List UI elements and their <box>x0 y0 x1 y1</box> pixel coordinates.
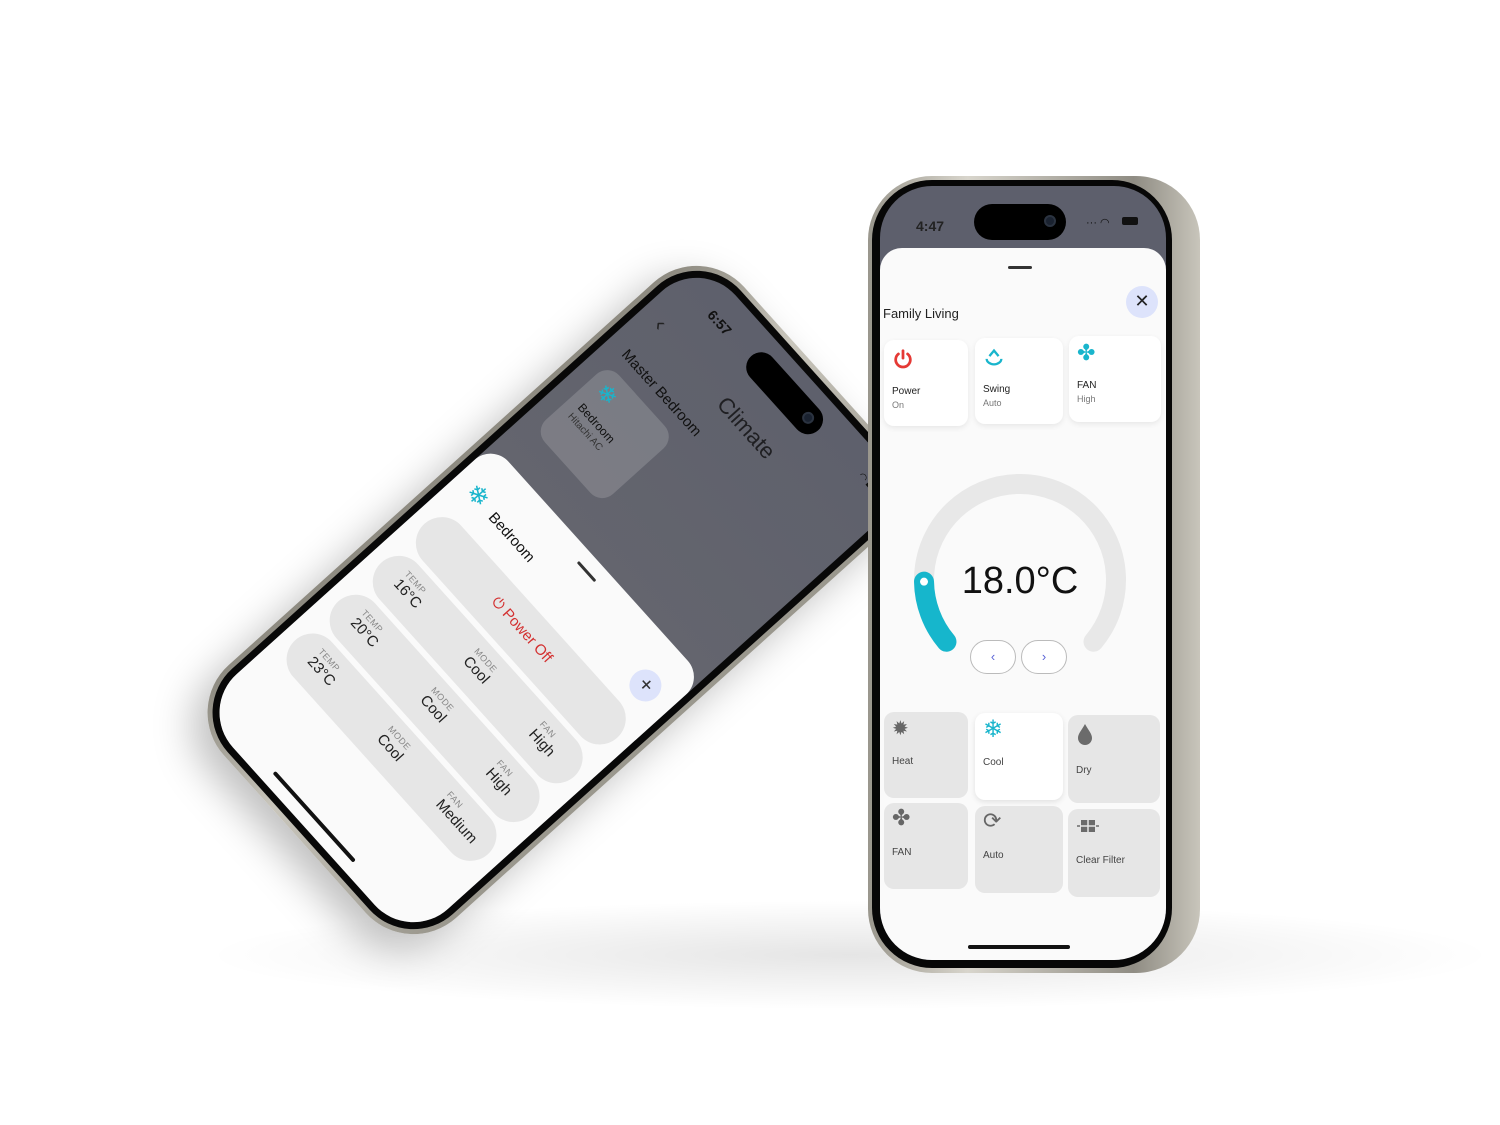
snowflake-icon: ❄ <box>459 477 497 514</box>
power-label: Power Off <box>498 605 556 667</box>
sync-icon: ⟳ <box>983 808 1002 833</box>
mode-label: FAN <box>892 847 912 858</box>
wifi-icon: ··· ◠ <box>1086 217 1110 229</box>
droplet-icon <box>1078 724 1092 745</box>
right-phone-screen: 4:47 ··· ◠ Family Living ✕ Power On Swin… <box>880 186 1166 960</box>
mode-label: Dry <box>1076 765 1092 776</box>
temperature-dial[interactable] <box>880 248 1166 748</box>
camera-icon <box>799 409 817 427</box>
sheet-title: Bedroom <box>484 509 539 566</box>
mode-label: Heat <box>892 756 914 767</box>
mode-dry[interactable]: Dry <box>1068 715 1160 803</box>
fan-icon: ✤ <box>892 805 911 830</box>
home-indicator[interactable] <box>968 945 1070 949</box>
filter-icon <box>1077 820 1099 832</box>
decrease-temp-button[interactable]: ‹ <box>970 640 1016 674</box>
camera-icon <box>1044 215 1056 227</box>
mode-clear-filter[interactable]: Clear Filter <box>1068 809 1160 897</box>
status-time: 4:47 <box>916 218 945 234</box>
mode-fan[interactable]: ✤ FAN <box>884 803 968 889</box>
left-phone: 6:57 ◠ ▬ ‹ Climate Master Bedroom ❄ Bedr… <box>181 239 929 961</box>
increase-temp-button[interactable]: › <box>1021 640 1067 674</box>
dynamic-island <box>974 204 1066 240</box>
bottom-sheet: ❄ Bedroom + ⏻ Power Off TEMP 16°C MODE Coo… <box>198 443 704 944</box>
sheet-handle[interactable] <box>576 560 597 583</box>
mode-heat[interactable]: ✹ Heat <box>884 712 968 798</box>
snowflake-icon: ❄ <box>983 716 1004 743</box>
left-phone-screen: 6:57 ◠ ▬ ‹ Climate Master Bedroom ❄ Bedr… <box>198 256 912 944</box>
snowflake-icon: ❄ <box>589 378 624 412</box>
temperature-value: 18.0°C <box>961 560 1079 602</box>
mode-cool[interactable]: ❄ Cool <box>975 713 1063 800</box>
mode-label: Auto <box>983 850 1004 861</box>
bottom-sheet: Family Living ✕ Power On Swing Auto ✤ FA… <box>880 248 1166 960</box>
mode-label: Clear Filter <box>1076 855 1125 866</box>
mode-auto[interactable]: ⟳ Auto <box>975 806 1063 893</box>
mode-label: Cool <box>983 757 1004 768</box>
add-button[interactable]: + <box>622 662 669 709</box>
battery-icon <box>1122 217 1138 225</box>
right-phone: 4:47 ··· ◠ Family Living ✕ Power On Swin… <box>872 180 1172 968</box>
status-time: 6:57 <box>704 306 735 339</box>
sun-icon: ✹ <box>892 718 909 740</box>
